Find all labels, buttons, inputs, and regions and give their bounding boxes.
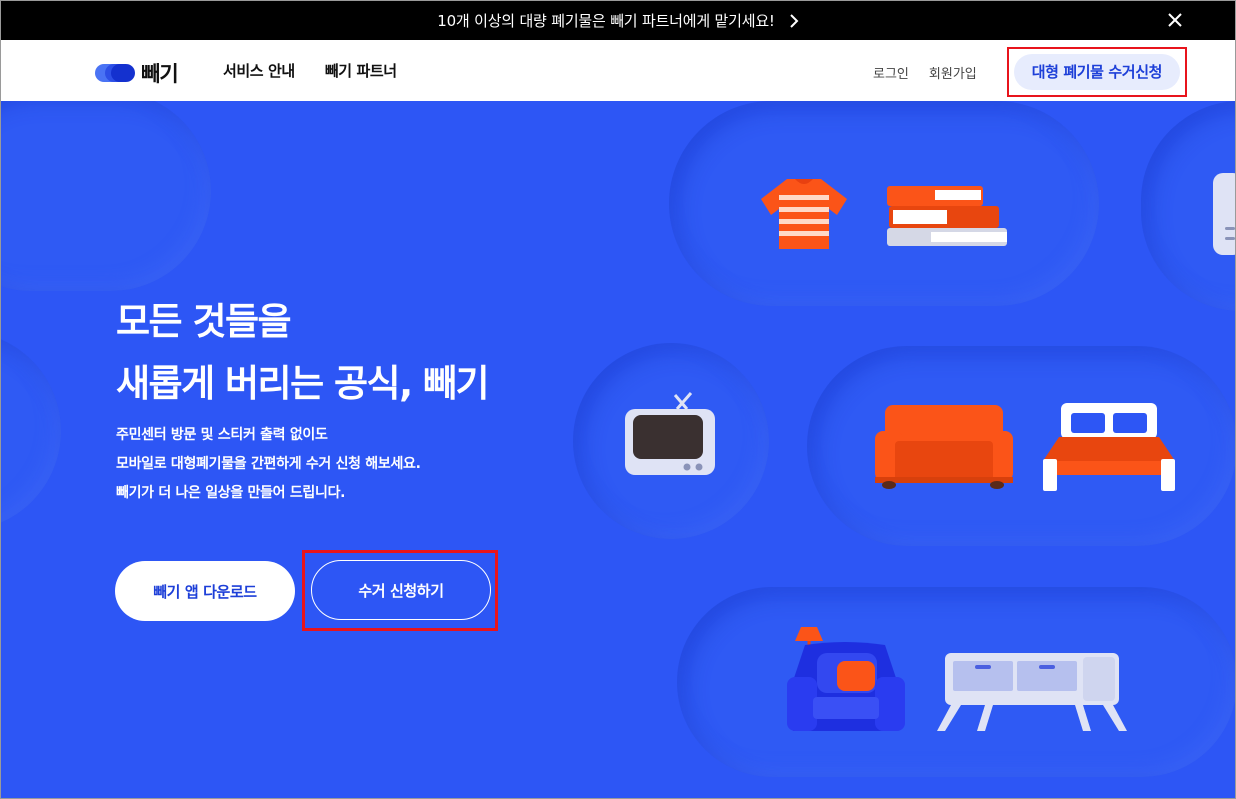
- appliance-icon: [1213, 173, 1235, 255]
- logo-text: 빼기: [141, 62, 179, 86]
- bg-blob: [1, 331, 61, 531]
- bg-blob: [669, 101, 1099, 306]
- books-icon: [887, 186, 1007, 246]
- logo-icon: [95, 64, 135, 82]
- request-pickup-button[interactable]: 대형 폐기물 수거신청: [1013, 54, 1180, 90]
- hero-title-line2: 새롭게 버리는 공식, 빼기: [116, 362, 490, 405]
- hero-description: 주민센터 방문 및 스티커 출력 없이도 모바일로 대형폐기물을 간편하게 수거…: [116, 421, 421, 508]
- bg-blob: [1, 101, 211, 291]
- nav-partner[interactable]: 빼기 파트너: [325, 60, 397, 81]
- chevron-right-icon: [790, 13, 799, 28]
- desc-line: 주민센터 방문 및 스티커 출력 없이도: [116, 427, 328, 443]
- tv-icon: [625, 392, 715, 475]
- close-icon[interactable]: [1165, 10, 1185, 30]
- login-link[interactable]: 로그인: [873, 63, 909, 82]
- apply-highlight-box: 수거 신청하기: [302, 550, 498, 631]
- apply-pickup-button[interactable]: 수거 신청하기: [311, 560, 491, 620]
- signup-link[interactable]: 회원가입: [929, 63, 977, 82]
- nav-service-guide[interactable]: 서비스 안내: [223, 60, 295, 81]
- cabinet-icon: [937, 653, 1127, 731]
- main-nav: 서비스 안내 빼기 파트너: [223, 60, 397, 81]
- hero-section: 모든 것들을 새롭게 버리는 공식, 빼기 주민센터 방문 및 스티커 출력 없…: [1, 101, 1235, 798]
- banner-link[interactable]: 10개 이상의 대량 폐기물은 빼기 파트너에게 맡기세요!: [1, 1, 1235, 40]
- hero-title-line1: 모든 것들을: [116, 300, 292, 343]
- sofa-icon: [875, 405, 1013, 489]
- desc-line: 모바일로 대형폐기물을 간편하게 수거 신청 해보세요.: [116, 456, 421, 472]
- header: 빼기 서비스 안내 빼기 파트너 로그인 회원가입 대형 폐기물 수거신청: [1, 40, 1235, 101]
- app-download-button[interactable]: 빼기 앱 다운로드: [115, 561, 295, 621]
- banner-message: 10개 이상의 대량 폐기물은 빼기 파트너에게 맡기세요!: [437, 12, 775, 30]
- page-frame: 10개 이상의 대량 폐기물은 빼기 파트너에게 맡기세요! 빼기 서비스 안내…: [0, 0, 1236, 799]
- header-actions: 로그인 회원가입 대형 폐기물 수거신청: [873, 47, 1187, 97]
- top-banner: 10개 이상의 대량 폐기물은 빼기 파트너에게 맡기세요!: [1, 1, 1235, 40]
- armchair-icon: [787, 642, 905, 731]
- desc-line: 빼기가 더 나은 일상을 만들어 드립니다.: [116, 485, 346, 501]
- bed-icon: [1043, 403, 1175, 491]
- cta-highlight-box: 대형 폐기물 수거신청: [1006, 47, 1187, 97]
- logo[interactable]: 빼기: [95, 58, 179, 88]
- t-shirt-icon: [761, 179, 847, 249]
